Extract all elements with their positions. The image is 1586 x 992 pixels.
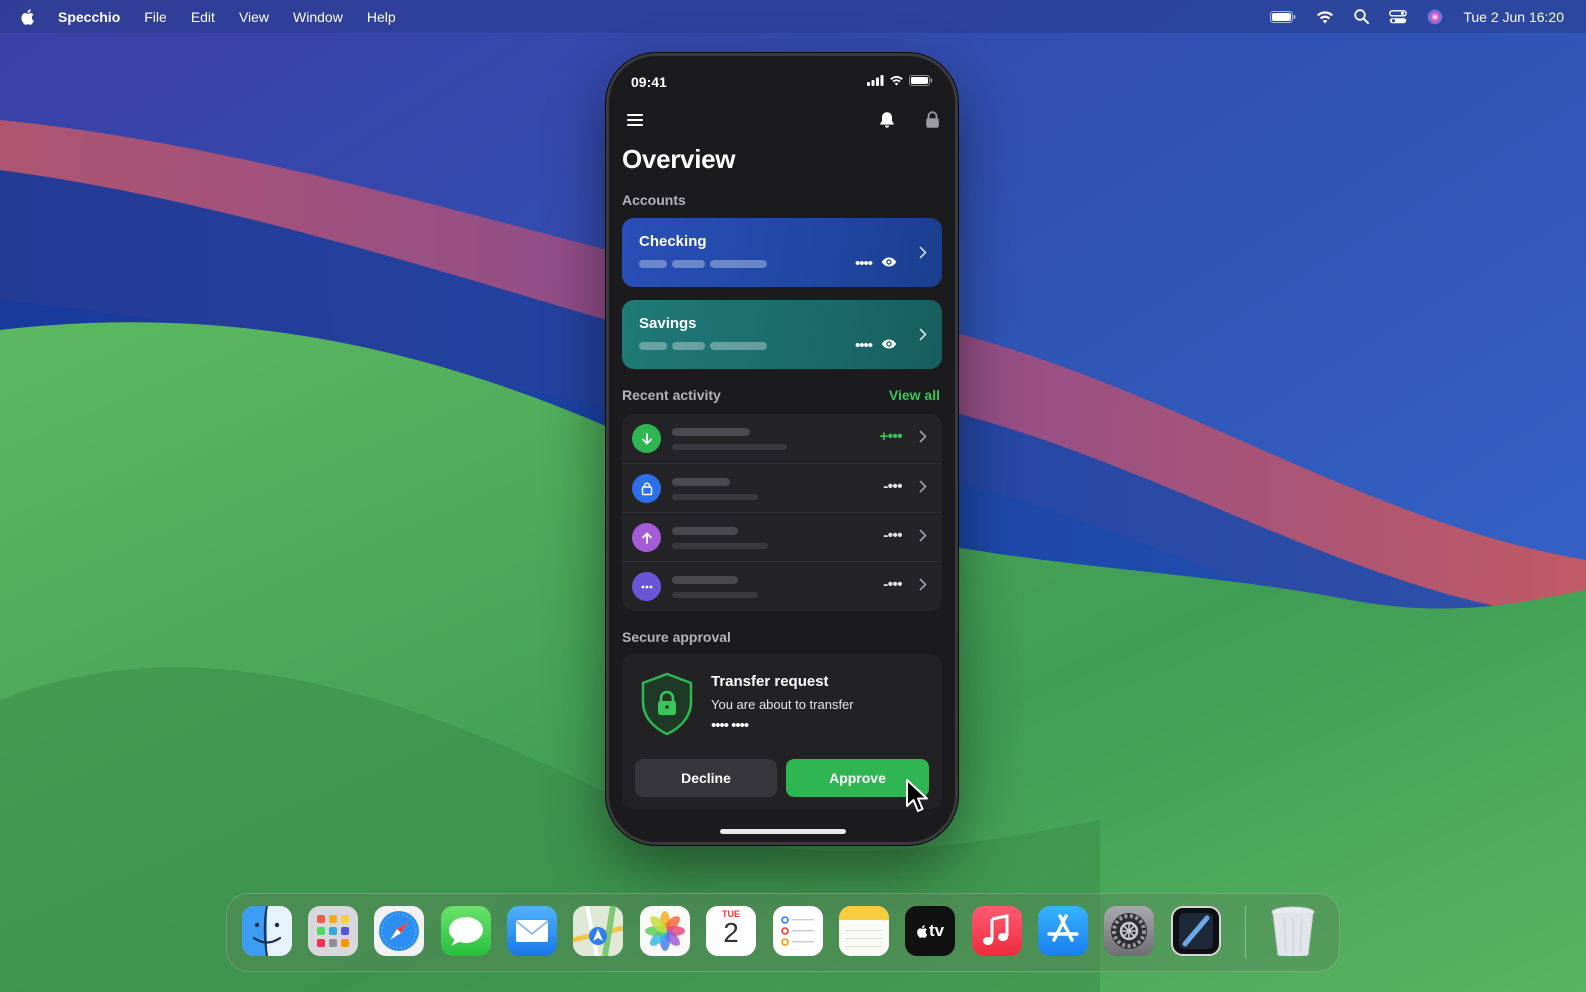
phone-status-time: 09:41 bbox=[631, 74, 667, 90]
maps-icon[interactable] bbox=[573, 906, 623, 956]
masked-subtitle bbox=[672, 494, 758, 500]
apple-tv-label: tv bbox=[928, 921, 945, 940]
masked-subtitle bbox=[672, 543, 768, 549]
menubar-clock[interactable]: Tue 2 Jun 16:20 bbox=[1463, 9, 1564, 25]
activity-row[interactable]: +••• bbox=[622, 414, 942, 463]
masked-title bbox=[672, 478, 730, 486]
help-menu[interactable]: Help bbox=[367, 9, 396, 25]
dock-separator bbox=[1245, 906, 1246, 958]
activity-row[interactable]: -••• bbox=[622, 463, 942, 512]
view-menu[interactable]: View bbox=[239, 9, 269, 25]
iphone-mirror-window: 09:41 Overview Accounts Checking •••• Sa… bbox=[606, 53, 958, 845]
chevron-right-icon bbox=[919, 578, 927, 596]
specchio-icon[interactable] bbox=[1171, 906, 1221, 956]
eye-icon[interactable] bbox=[881, 255, 897, 273]
transaction-amount: -••• bbox=[883, 576, 902, 593]
chevron-right-icon bbox=[919, 430, 927, 448]
eye-icon[interactable] bbox=[881, 337, 897, 355]
masked-balance: •••• bbox=[854, 255, 873, 272]
music-icon[interactable] bbox=[972, 906, 1022, 956]
accounts-section-label: Accounts bbox=[622, 192, 686, 208]
siri-icon[interactable] bbox=[1427, 9, 1443, 25]
mouse-cursor-icon bbox=[905, 778, 931, 819]
finder-icon[interactable] bbox=[242, 906, 292, 956]
page-title: Overview bbox=[622, 144, 736, 174]
masked-transfer-amount: •••• •••• bbox=[711, 717, 749, 734]
transfer-approval-card: Transfer request You are about to transf… bbox=[622, 654, 942, 809]
view-all-link[interactable]: View all bbox=[889, 387, 940, 403]
more-icon bbox=[632, 572, 661, 601]
masked-account-number bbox=[639, 260, 767, 268]
trash-icon[interactable] bbox=[1268, 906, 1318, 956]
file-menu[interactable]: File bbox=[144, 9, 167, 25]
apple-menu-icon[interactable] bbox=[20, 8, 36, 26]
dock: TUE 2 tv bbox=[226, 893, 1340, 972]
arrow-down-icon bbox=[632, 424, 661, 453]
reminders-icon[interactable] bbox=[773, 906, 823, 956]
account-name: Checking bbox=[639, 233, 707, 250]
home-indicator[interactable] bbox=[720, 829, 846, 834]
bell-icon[interactable] bbox=[879, 111, 895, 134]
chevron-right-icon bbox=[919, 328, 927, 346]
app-name-menu[interactable]: Specchio bbox=[58, 9, 120, 25]
notes-icon[interactable] bbox=[839, 906, 889, 956]
masked-title bbox=[672, 527, 738, 535]
photos-icon[interactable] bbox=[640, 906, 690, 956]
app-store-icon[interactable] bbox=[1038, 906, 1088, 956]
secure-approval-label: Secure approval bbox=[622, 629, 731, 645]
app-top-bar bbox=[626, 110, 940, 134]
decline-button[interactable]: Decline bbox=[635, 759, 777, 797]
messages-icon[interactable] bbox=[441, 906, 491, 956]
mail-icon[interactable] bbox=[507, 906, 557, 956]
masked-balance: •••• bbox=[854, 337, 873, 354]
masked-subtitle bbox=[672, 592, 758, 598]
phone-battery-icon bbox=[909, 73, 933, 91]
cellular-signal-icon bbox=[867, 73, 884, 91]
phone-wifi-icon bbox=[889, 73, 904, 91]
shopping-bag-icon bbox=[632, 474, 661, 503]
system-settings-icon[interactable] bbox=[1104, 906, 1154, 956]
masked-account-number bbox=[639, 342, 767, 350]
wifi-icon[interactable] bbox=[1316, 10, 1334, 24]
recent-activity-label: Recent activity bbox=[622, 387, 721, 403]
chevron-right-icon bbox=[919, 529, 927, 547]
hamburger-menu-icon[interactable] bbox=[626, 113, 644, 132]
approval-title: Transfer request bbox=[711, 673, 829, 690]
approval-description: You are about to transfer bbox=[711, 697, 854, 712]
apple-tv-logo: tv bbox=[916, 921, 944, 941]
masked-subtitle bbox=[672, 444, 787, 450]
chevron-right-icon bbox=[919, 246, 927, 264]
launchpad-icon[interactable] bbox=[308, 906, 358, 956]
apple-tv-icon[interactable]: tv bbox=[905, 906, 955, 956]
transaction-amount: +••• bbox=[879, 428, 902, 445]
account-name: Savings bbox=[639, 315, 697, 332]
activity-row[interactable]: -••• bbox=[622, 512, 942, 561]
masked-title bbox=[672, 576, 738, 584]
transaction-amount: -••• bbox=[883, 478, 902, 495]
shield-lock-icon bbox=[640, 672, 694, 741]
arrow-up-icon bbox=[632, 523, 661, 552]
transaction-amount: -••• bbox=[883, 527, 902, 544]
battery-icon[interactable] bbox=[1270, 10, 1296, 23]
checking-account-card[interactable]: Checking •••• bbox=[622, 218, 942, 287]
calendar-icon[interactable]: TUE 2 bbox=[706, 906, 756, 956]
recent-activity-list: +••• -••• -••• -••• bbox=[622, 414, 942, 611]
control-center-icon[interactable] bbox=[1389, 9, 1408, 24]
window-menu[interactable]: Window bbox=[293, 9, 343, 25]
chevron-right-icon bbox=[919, 480, 927, 498]
menu-bar: Specchio File Edit View Window Help Tue … bbox=[0, 0, 1586, 33]
savings-account-card[interactable]: Savings •••• bbox=[622, 300, 942, 369]
edit-menu[interactable]: Edit bbox=[191, 9, 215, 25]
spotlight-search-icon[interactable] bbox=[1354, 9, 1370, 24]
safari-icon[interactable] bbox=[374, 906, 424, 956]
masked-title bbox=[672, 428, 750, 436]
activity-row[interactable]: -••• bbox=[622, 561, 942, 610]
calendar-day: 2 bbox=[723, 917, 739, 948]
lock-icon[interactable] bbox=[925, 110, 940, 134]
phone-status-bar: 09:41 bbox=[631, 72, 933, 92]
